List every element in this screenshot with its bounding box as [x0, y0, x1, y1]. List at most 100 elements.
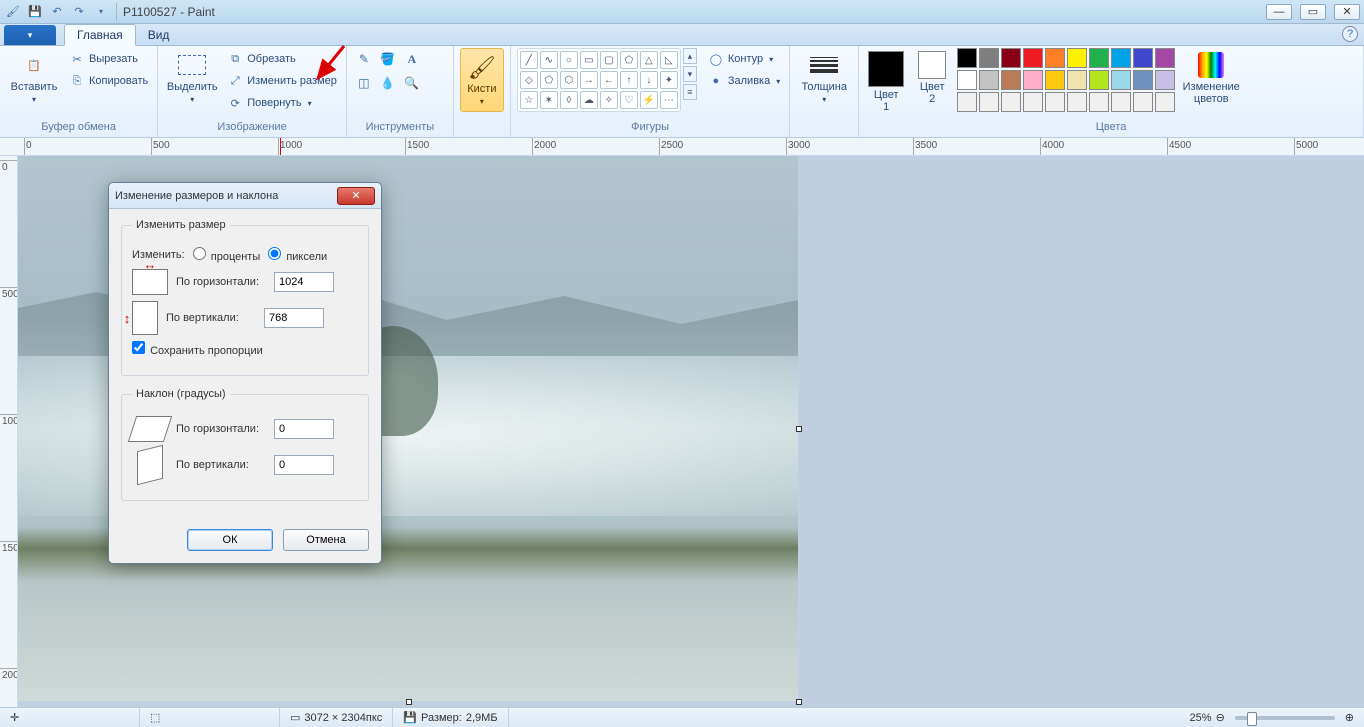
skew-h-input[interactable] — [274, 419, 334, 439]
color-swatch[interactable] — [957, 70, 977, 90]
resize-handle-bottom[interactable] — [406, 699, 412, 705]
paste-button[interactable]: 📋 Вставить ▾ — [6, 48, 62, 105]
fill-tool[interactable]: 🪣 — [377, 48, 399, 70]
color-swatch[interactable] — [1045, 70, 1065, 90]
shape-gallery-expand[interactable]: ≡ — [683, 84, 697, 100]
shape-rtriangle[interactable]: ◺ — [660, 51, 678, 69]
text-tool[interactable]: A — [401, 48, 423, 70]
color-swatch[interactable] — [1001, 70, 1021, 90]
minimize-button[interactable]: — — [1266, 4, 1292, 20]
color-swatch[interactable] — [1089, 92, 1109, 112]
ok-button[interactable]: ОК — [187, 529, 273, 551]
shape-oval[interactable]: ○ — [560, 51, 578, 69]
tab-view[interactable]: Вид — [136, 25, 182, 45]
shape-line[interactable]: ╱ — [520, 51, 538, 69]
shape-curve[interactable]: ∿ — [540, 51, 558, 69]
crop-button[interactable]: ⧉Обрезать — [224, 48, 340, 70]
shape-scroll-down[interactable]: ▾ — [683, 66, 697, 82]
copy-button[interactable]: ⎘Копировать — [66, 70, 151, 92]
color-swatch[interactable] — [1111, 92, 1131, 112]
picker-tool[interactable]: 💧 — [377, 72, 399, 94]
color-swatch[interactable] — [1023, 92, 1043, 112]
shape-star5[interactable]: ☆ — [520, 91, 538, 109]
color2-button[interactable]: Цвет 2 — [911, 48, 953, 106]
eraser-tool[interactable]: ◫ — [353, 72, 375, 94]
undo-icon[interactable]: ↶ — [48, 3, 66, 21]
radio-percent[interactable]: проценты — [193, 247, 261, 263]
color-swatch[interactable] — [1001, 48, 1021, 68]
select-button[interactable]: Выделить ▾ — [164, 48, 220, 105]
color-swatch[interactable] — [1155, 92, 1175, 112]
resize-handle-right[interactable] — [796, 426, 802, 432]
dialog-close-button[interactable]: ✕ — [337, 187, 375, 205]
vertical-input[interactable] — [264, 308, 324, 328]
dialog-titlebar[interactable]: Изменение размеров и наклона ✕ — [109, 183, 381, 209]
color-swatch[interactable] — [957, 48, 977, 68]
color-swatch[interactable] — [1133, 70, 1153, 90]
shape-hexagon[interactable]: ⬡ — [560, 71, 578, 89]
shape-triangle[interactable]: △ — [640, 51, 658, 69]
zoom-in-button[interactable]: ⊕ — [1345, 711, 1354, 724]
color-swatch[interactable] — [957, 92, 977, 112]
shape-star4[interactable]: ✦ — [660, 71, 678, 89]
shape-arrowu[interactable]: ↑ — [620, 71, 638, 89]
color1-button[interactable]: Цвет 1 — [865, 48, 907, 114]
stroke-size-button[interactable]: Толщина ▾ — [796, 48, 852, 105]
color-swatch[interactable] — [1067, 70, 1087, 90]
radio-pixels[interactable]: пиксели — [268, 247, 327, 263]
color-swatch[interactable] — [1111, 70, 1131, 90]
close-button[interactable]: ✕ — [1334, 4, 1360, 20]
brushes-button[interactable]: 🖌 Кисти ▾ — [460, 48, 504, 112]
shape-more[interactable]: ⋯ — [660, 91, 678, 109]
shape-scroll-up[interactable]: ▴ — [683, 48, 697, 64]
color-swatch[interactable] — [1045, 92, 1065, 112]
shape-callout3[interactable]: ✧ — [600, 91, 618, 109]
shape-arrowr[interactable]: → — [580, 71, 598, 89]
shape-outline-button[interactable]: ◯Контур▾ — [705, 48, 783, 70]
qat-dropdown-icon[interactable]: ▾ — [92, 3, 110, 21]
color-swatch[interactable] — [1067, 48, 1087, 68]
save-icon[interactable]: 💾 — [26, 3, 44, 21]
color-swatch[interactable] — [1133, 48, 1153, 68]
keep-ratio-checkbox[interactable]: Сохранить пропорции — [132, 341, 263, 357]
shape-rect[interactable]: ▭ — [580, 51, 598, 69]
shape-callout2[interactable]: ☁ — [580, 91, 598, 109]
color-swatch[interactable] — [979, 92, 999, 112]
rotate-button[interactable]: ⟳Повернуть▾ — [224, 92, 340, 114]
help-icon[interactable]: ? — [1342, 26, 1358, 42]
shape-heart[interactable]: ♡ — [620, 91, 638, 109]
shape-lightning[interactable]: ⚡ — [640, 91, 658, 109]
color-swatch[interactable] — [979, 48, 999, 68]
shape-star6[interactable]: ✶ — [540, 91, 558, 109]
color-swatch[interactable] — [1155, 48, 1175, 68]
shape-callout1[interactable]: ◊ — [560, 91, 578, 109]
shape-gallery[interactable]: ╱ ∿ ○ ▭ ▢ ⬠ △ ◺ ◇ ⬠ ⬡ → ← ↑ ↓ ✦ ☆ — [517, 48, 681, 112]
shape-roundrect[interactable]: ▢ — [600, 51, 618, 69]
cancel-button[interactable]: Отмена — [283, 529, 369, 551]
shape-polygon[interactable]: ⬠ — [620, 51, 638, 69]
redo-icon[interactable]: ↷ — [70, 3, 88, 21]
shape-diamond[interactable]: ◇ — [520, 71, 538, 89]
color-swatch[interactable] — [1023, 48, 1043, 68]
color-swatch[interactable] — [1023, 70, 1043, 90]
magnifier-tool[interactable]: 🔍 — [401, 72, 423, 94]
color-swatch[interactable] — [1067, 92, 1087, 112]
color-swatch[interactable] — [1089, 48, 1109, 68]
edit-colors-button[interactable]: Изменение цветов — [1179, 48, 1243, 106]
resize-handle-corner[interactable] — [796, 699, 802, 705]
shape-arrowd[interactable]: ↓ — [640, 71, 658, 89]
color-swatch[interactable] — [1133, 92, 1153, 112]
color-swatch[interactable] — [1155, 70, 1175, 90]
skew-v-input[interactable] — [274, 455, 334, 475]
color-swatch[interactable] — [1045, 48, 1065, 68]
shape-fill-button[interactable]: ●Заливка▾ — [705, 70, 783, 92]
tab-home[interactable]: Главная — [64, 24, 136, 46]
pencil-tool[interactable]: ✎ — [353, 48, 375, 70]
color-swatch[interactable] — [1089, 70, 1109, 90]
color-swatch[interactable] — [1111, 48, 1131, 68]
cut-button[interactable]: ✂Вырезать — [66, 48, 151, 70]
zoom-out-button[interactable]: ⊖ — [1216, 711, 1225, 724]
maximize-button[interactable]: ▭ — [1300, 4, 1326, 20]
color-swatch[interactable] — [1001, 92, 1021, 112]
zoom-slider[interactable] — [1235, 716, 1335, 720]
